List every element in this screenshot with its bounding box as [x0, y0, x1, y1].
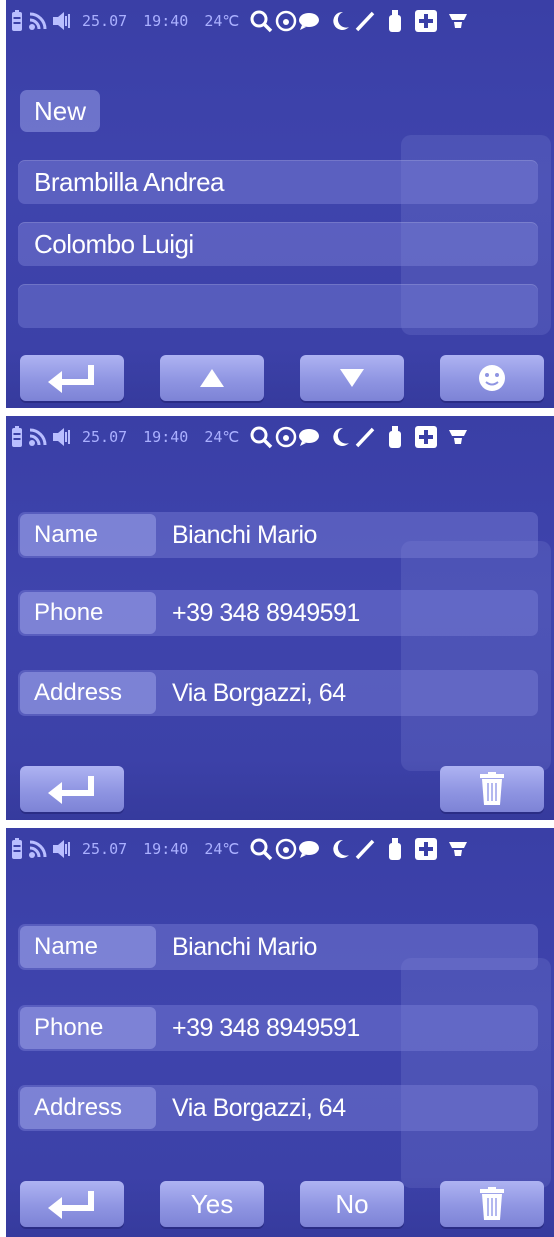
- back-button[interactable]: [20, 766, 124, 812]
- settings-icon[interactable]: [445, 10, 471, 32]
- pen-icon[interactable]: [353, 426, 377, 448]
- speaker-icon: [50, 11, 74, 31]
- plus-icon[interactable]: [411, 426, 441, 448]
- trash-icon: [480, 1187, 504, 1220]
- contact-list-item-empty[interactable]: [18, 284, 538, 328]
- signal-icon: [26, 427, 50, 447]
- chat-icon[interactable]: [297, 839, 321, 859]
- moon-icon[interactable]: [327, 10, 353, 32]
- camera-icon[interactable]: [275, 426, 297, 448]
- chat-icon[interactable]: [297, 11, 321, 31]
- scroll-up-button[interactable]: [160, 355, 264, 401]
- yes-button[interactable]: Yes: [160, 1181, 264, 1227]
- field-label: Address: [20, 1087, 156, 1129]
- bottle-icon[interactable]: [383, 838, 407, 860]
- down-arrow-icon: [340, 369, 364, 387]
- settings-icon[interactable]: [445, 426, 471, 448]
- field-value: +39 348 8949591: [172, 599, 360, 627]
- enter-arrow-icon: [48, 365, 94, 393]
- contacts-list-screen: 25.07 19:40 24℃ New Brambilla Andrea Col…: [6, 0, 554, 408]
- contact-detail-screen: 25.07 19:40 24℃ Name Bianchi Mario Phone…: [6, 416, 554, 820]
- settings-icon[interactable]: [445, 838, 471, 860]
- back-button[interactable]: [20, 1181, 124, 1227]
- status-date: 25.07: [82, 428, 128, 446]
- battery-icon: [8, 10, 26, 32]
- chat-icon[interactable]: [297, 427, 321, 447]
- speaker-icon: [50, 427, 74, 447]
- no-button[interactable]: No: [300, 1181, 404, 1227]
- field-value: Bianchi Mario: [172, 521, 317, 549]
- status-date: 25.07: [82, 12, 128, 30]
- status-bar: 25.07 19:40 24℃: [6, 416, 554, 458]
- field-label: Phone: [20, 592, 156, 634]
- signal-icon: [26, 11, 50, 31]
- battery-icon: [8, 426, 26, 448]
- face-button[interactable]: [440, 355, 544, 401]
- phone-field[interactable]: Phone +39 348 8949591: [18, 1005, 538, 1051]
- address-field[interactable]: Address Via Borgazzi, 64: [18, 1085, 538, 1131]
- status-date: 25.07: [82, 840, 128, 858]
- pen-icon[interactable]: [353, 838, 377, 860]
- contact-list-item[interactable]: Colombo Luigi: [18, 222, 538, 266]
- camera-icon[interactable]: [275, 838, 297, 860]
- search-icon[interactable]: [247, 837, 275, 861]
- search-icon[interactable]: [247, 9, 275, 33]
- name-field[interactable]: Name Bianchi Mario: [18, 924, 538, 970]
- status-time: 19:40: [143, 12, 189, 30]
- field-label: Name: [20, 514, 156, 556]
- status-bar: 25.07 19:40 24℃: [6, 828, 554, 870]
- battery-icon: [8, 838, 26, 860]
- moon-icon[interactable]: [327, 426, 353, 448]
- field-label: Address: [20, 672, 156, 714]
- delete-button[interactable]: [440, 766, 544, 812]
- back-button[interactable]: [20, 355, 124, 401]
- field-label: Phone: [20, 1007, 156, 1049]
- new-contact-button[interactable]: New: [20, 90, 100, 132]
- enter-arrow-icon: [48, 776, 94, 804]
- field-label: Name: [20, 926, 156, 968]
- address-field[interactable]: Address Via Borgazzi, 64: [18, 670, 538, 716]
- bottle-icon[interactable]: [383, 426, 407, 448]
- status-temperature: 24℃: [204, 428, 240, 446]
- field-value: Via Borgazzi, 64: [172, 1094, 346, 1122]
- search-icon[interactable]: [247, 425, 275, 449]
- status-time: 19:40: [143, 428, 189, 446]
- contact-list-item[interactable]: Brambilla Andrea: [18, 160, 538, 204]
- status-temperature: 24℃: [204, 12, 240, 30]
- phone-field[interactable]: Phone +39 348 8949591: [18, 590, 538, 636]
- speaker-icon: [50, 839, 74, 859]
- enter-arrow-icon: [48, 1191, 94, 1219]
- pen-icon[interactable]: [353, 10, 377, 32]
- bottle-icon[interactable]: [383, 10, 407, 32]
- status-temperature: 24℃: [204, 840, 240, 858]
- delete-confirm-screen: 25.07 19:40 24℃ Name Bianchi Mario Phone…: [6, 828, 554, 1237]
- scroll-down-button[interactable]: [300, 355, 404, 401]
- delete-button[interactable]: [440, 1181, 544, 1227]
- trash-icon: [480, 772, 504, 805]
- name-field[interactable]: Name Bianchi Mario: [18, 512, 538, 558]
- up-arrow-icon: [200, 369, 224, 387]
- moon-icon[interactable]: [327, 838, 353, 860]
- signal-icon: [26, 839, 50, 859]
- status-time: 19:40: [143, 840, 189, 858]
- field-value: +39 348 8949591: [172, 1014, 360, 1042]
- background-decoration: [401, 958, 551, 1188]
- smiley-face-icon: [479, 365, 505, 391]
- status-bar: 25.07 19:40 24℃: [6, 0, 554, 42]
- camera-icon[interactable]: [275, 10, 297, 32]
- plus-icon[interactable]: [411, 10, 441, 32]
- background-decoration: [401, 541, 551, 771]
- plus-icon[interactable]: [411, 838, 441, 860]
- field-value: Bianchi Mario: [172, 933, 317, 961]
- field-value: Via Borgazzi, 64: [172, 679, 346, 707]
